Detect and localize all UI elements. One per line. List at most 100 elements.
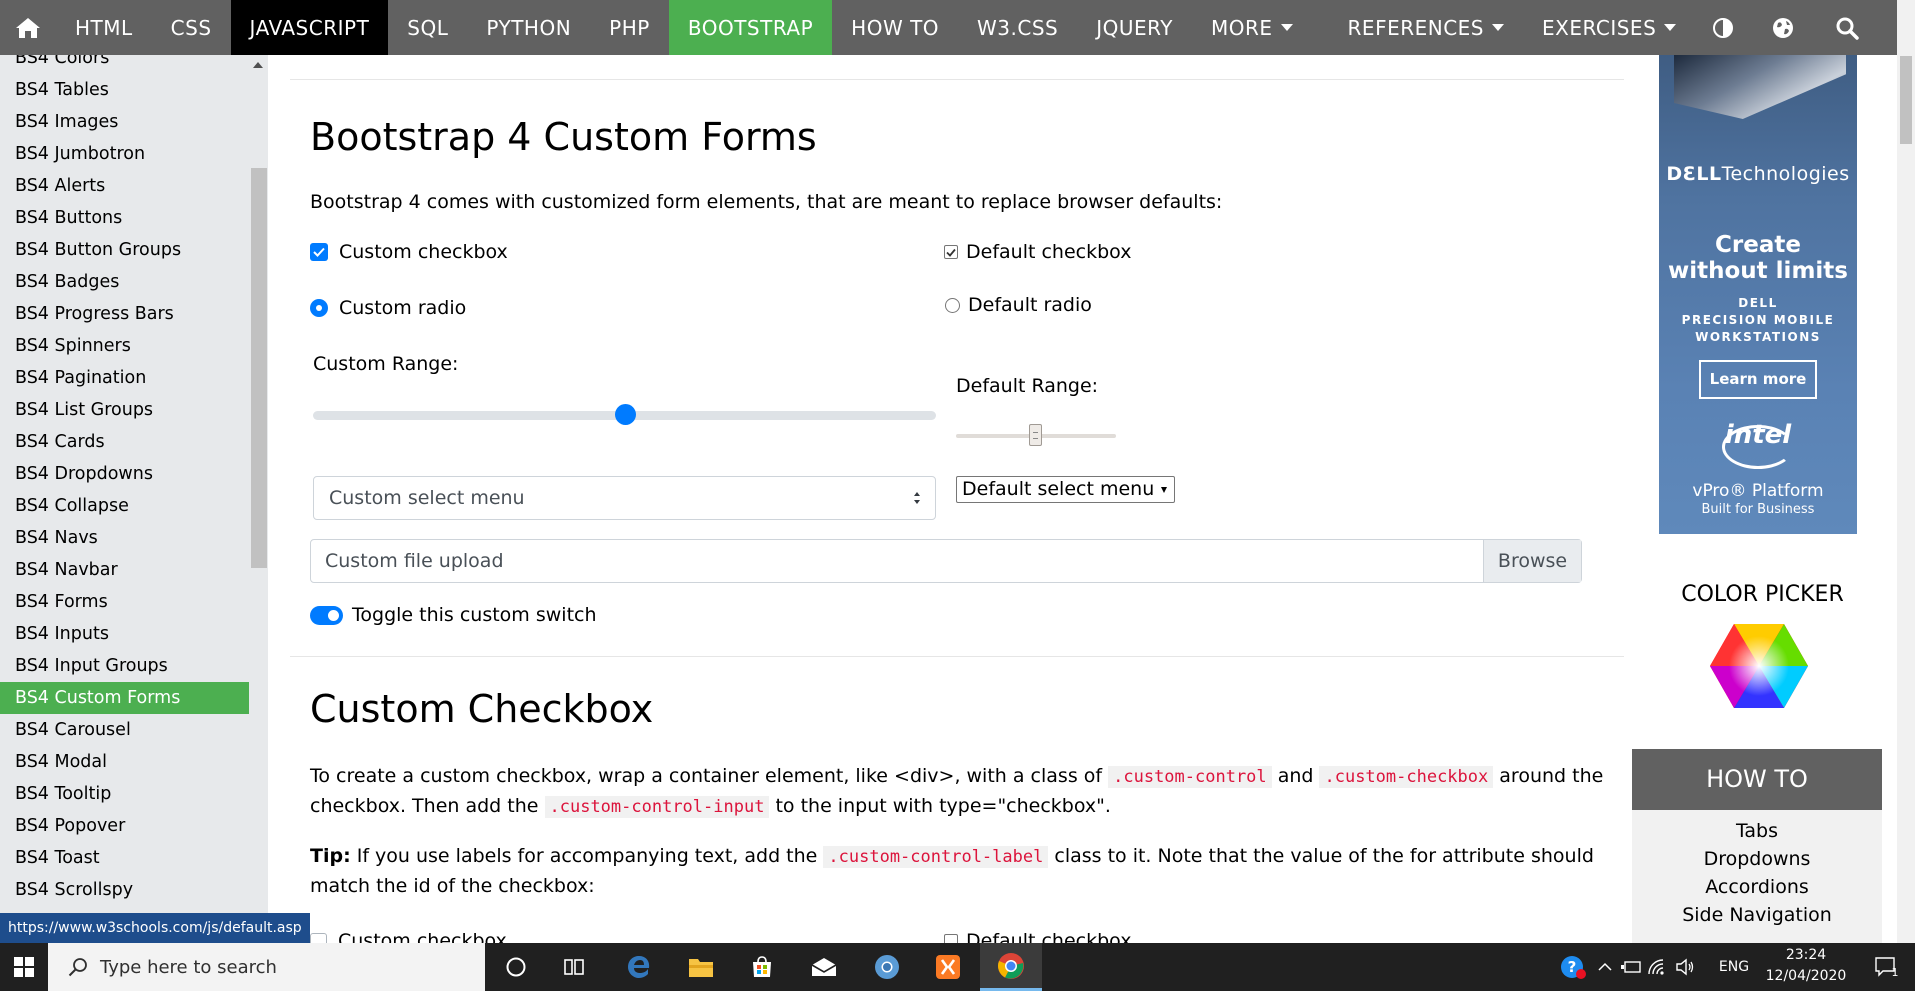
sidebar-scrollbar-thumb[interactable] [251,168,267,568]
howto-link-accordions[interactable]: Accordions [1632,873,1882,901]
taskbar-search-box[interactable]: Type here to search [48,943,485,991]
toggle-switch-icon[interactable] [310,605,343,625]
sidebar-item-bs4-input-groups[interactable]: BS4 Input Groups [0,650,249,682]
sidebar-item-bs4-forms[interactable]: BS4 Forms [0,586,249,618]
edge-browser-icon[interactable] [608,943,670,991]
sidebar-item-bs4-scrollspy[interactable]: BS4 Scrollspy [0,874,249,906]
system-clock[interactable]: 23:24 12/04/2020 [1760,945,1852,989]
sidebar-item-bs4-popover[interactable]: BS4 Popover [0,810,249,842]
nav-jquery[interactable]: JQUERY [1077,0,1192,55]
default-radio[interactable]: Default radio [945,294,1092,316]
nav-python[interactable]: PYTHON [467,0,590,55]
sidebar-item-bs4-inputs[interactable]: BS4 Inputs [0,618,249,650]
home-icon[interactable] [0,0,56,55]
sidebar-item-bs4-navbar[interactable]: BS4 Navbar [0,554,249,586]
checkmark-icon[interactable] [310,243,328,261]
page-scrollbar-thumb[interactable] [1900,56,1912,144]
nav-bootstrap[interactable]: BOOTSTRAP [668,0,833,55]
scroll-up-arrow-icon[interactable] [253,62,263,68]
globe-icon[interactable] [1751,0,1815,55]
contrast-icon[interactable] [1695,0,1751,55]
search-icon[interactable] [1815,0,1879,55]
custom-select-menu[interactable]: Custom select menu [313,476,936,520]
browse-button[interactable]: Browse [1483,540,1581,582]
checkbox-empty-icon[interactable] [310,932,327,943]
sidebar-item-bs4-pagination[interactable]: BS4 Pagination [0,362,249,394]
notification-count: 1 [1891,965,1899,979]
sidebar-item-bs4-modal[interactable]: BS4 Modal [0,746,249,778]
nav-php[interactable]: PHP [590,0,669,55]
custom-radio[interactable]: Custom radio [310,297,466,319]
checkmark-icon[interactable] [944,245,958,259]
nav-how-to[interactable]: HOW TO [832,0,958,55]
default-range-thumb[interactable] [1029,424,1042,446]
chevron-up-icon[interactable] [1594,943,1616,991]
nav-javascript[interactable]: JAVASCRIPT [230,0,389,55]
howto-link-tabs[interactable]: Tabs [1632,817,1882,845]
radio-selected-icon[interactable] [310,299,328,317]
default-select-menu[interactable]: Default select menu [956,476,1175,503]
sidebar-item-bs4-badges[interactable]: BS4 Badges [0,266,249,298]
volume-icon[interactable] [1672,943,1698,991]
chromium-icon[interactable] [856,943,918,991]
sidebar-item-bs4-tooltip[interactable]: BS4 Tooltip [0,778,249,810]
nav-w3css[interactable]: W3.CSS [958,0,1077,55]
mail-icon[interactable] [793,943,855,991]
notification-center-icon[interactable]: 1 [1866,943,1906,991]
dell-advertisement[interactable]: DƐLLTechnologies Create without limits DE… [1659,55,1857,534]
wifi-icon[interactable] [1644,943,1670,991]
nav-references-dropdown[interactable]: REFERENCES [1329,0,1523,55]
search-icon [68,958,87,977]
custom-checkbox[interactable]: Custom checkbox [310,241,508,263]
checkbox-empty-icon[interactable] [944,934,958,943]
sidebar-item-bs4-colors[interactable]: BS4 Colors [0,55,249,74]
intro-text: Bootstrap 4 comes with customized form e… [310,191,1223,213]
sidebar-item-bs4-navs[interactable]: BS4 Navs [0,522,249,554]
sidebar-item-bs4-progress-bars[interactable]: BS4 Progress Bars [0,298,249,330]
sidebar-item-bs4-toast[interactable]: BS4 Toast [0,842,249,874]
sidebar-item-bs4-tables[interactable]: BS4 Tables [0,74,249,106]
sidebar-item-bs4-cards[interactable]: BS4 Cards [0,426,249,458]
nav-exercises-dropdown[interactable]: EXERCISES [1523,0,1695,55]
nav-css[interactable]: CSS [152,0,231,55]
sidebar-item-bs4-list-groups[interactable]: BS4 List Groups [0,394,249,426]
learn-more-button[interactable]: Learn more [1699,360,1817,399]
howto-link-side-navigation[interactable]: Side Navigation [1632,901,1882,929]
nav-html[interactable]: HTML [56,0,152,55]
sidebar-item-bs4-spinners[interactable]: BS4 Spinners [0,330,249,362]
radio-empty-icon[interactable] [945,297,960,313]
default-checkbox-example[interactable]: Default checkbox [944,930,1131,943]
sidebar-item-bs4-carousel[interactable]: BS4 Carousel [0,714,249,746]
sidebar-item-bs4-images[interactable]: BS4 Images [0,106,249,138]
sidebar-item-bs4-alerts[interactable]: BS4 Alerts [0,170,249,202]
file-explorer-icon[interactable] [670,943,732,991]
howto-link-dropdowns[interactable]: Dropdowns [1632,845,1882,873]
custom-radio-label: Custom radio [339,297,467,319]
sidebar-item-bs4-buttons[interactable]: BS4 Buttons [0,202,249,234]
sidebar-item-bs4-jumbotron[interactable]: BS4 Jumbotron [0,138,249,170]
default-checkbox[interactable]: Default checkbox [944,241,1131,263]
help-notification-icon[interactable]: ? [1556,943,1590,991]
page-scrollbar[interactable] [1897,0,1915,943]
store-icon[interactable] [731,943,793,991]
custom-checkbox-example[interactable]: Custom checkbox [310,930,507,943]
windows-start-icon[interactable] [0,943,48,991]
sidebar-item-bs4-custom-forms[interactable]: BS4 Custom Forms [0,682,249,714]
custom-switch[interactable]: Toggle this custom switch [310,604,597,626]
chrome-icon[interactable] [980,943,1042,991]
language-indicator[interactable]: ENG [1712,943,1756,991]
task-view-icon[interactable] [543,943,605,991]
color-picker-icon[interactable] [1710,624,1808,708]
ad-headline: Create without limits [1668,232,1848,284]
nav-more-dropdown[interactable]: MORE [1192,0,1312,55]
xampp-icon[interactable] [917,943,979,991]
battery-icon[interactable] [1618,943,1644,991]
sidebar-item-bs4-button-groups[interactable]: BS4 Button Groups [0,234,249,266]
custom-range-thumb[interactable] [614,404,636,425]
default-select-value: Default select menu [962,478,1155,500]
sidebar-item-bs4-dropdowns[interactable]: BS4 Dropdowns [0,458,249,490]
cortana-icon[interactable] [485,943,547,991]
nav-sql[interactable]: SQL [388,0,467,55]
custom-file-upload[interactable]: Custom file upload Browse [310,539,1582,583]
sidebar-item-bs4-collapse[interactable]: BS4 Collapse [0,490,249,522]
